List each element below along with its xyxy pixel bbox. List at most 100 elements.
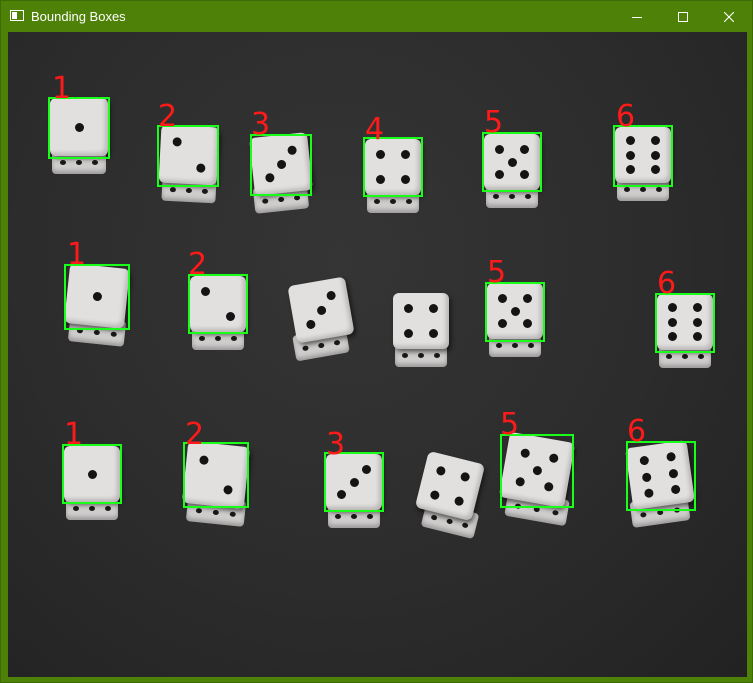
bounding-box — [482, 132, 542, 192]
side-pip — [261, 198, 269, 205]
pip — [428, 304, 438, 314]
side-pip — [73, 506, 80, 512]
side-pip — [433, 353, 440, 359]
side-pip — [512, 343, 518, 349]
detection-label: 5 — [500, 407, 520, 442]
side-pip — [524, 194, 531, 200]
side-pip — [215, 336, 221, 342]
pip — [429, 489, 440, 501]
side-pip — [294, 195, 301, 201]
side-pip — [335, 514, 342, 520]
detection-label: 2 — [185, 417, 205, 452]
close-icon — [724, 11, 734, 22]
side-pip — [527, 343, 534, 349]
side-pip — [59, 160, 66, 166]
bounding-box — [500, 434, 574, 508]
side-pip — [92, 160, 99, 166]
side-pip — [446, 518, 454, 525]
side-pip — [655, 187, 662, 193]
side-pip — [639, 512, 647, 519]
detection-label: 6 — [627, 414, 647, 449]
bounding-box — [62, 444, 122, 504]
detection-label: 3 — [251, 107, 271, 142]
side-pip — [405, 199, 412, 205]
side-pip — [229, 511, 237, 518]
window-icon — [10, 10, 24, 21]
side-pip — [333, 339, 341, 346]
side-pip — [366, 514, 373, 520]
bounding-box — [157, 125, 219, 187]
bounding-box — [48, 97, 110, 159]
pip — [315, 304, 327, 316]
side-pip — [277, 196, 285, 203]
detection-label: 6 — [616, 99, 636, 134]
die-undetected — [393, 293, 449, 349]
pip — [453, 496, 465, 507]
close-button[interactable] — [706, 1, 752, 32]
bounding-box — [250, 134, 312, 196]
bounding-box — [188, 274, 248, 334]
title-bar[interactable]: Bounding Boxes — [1, 1, 752, 32]
bounding-box — [613, 125, 673, 187]
side-pip — [185, 188, 193, 194]
image-canvas: 1 2 3 4 5 6 1 2 5 6 1 2 3 5 6 — [8, 32, 747, 677]
bounding-box — [485, 282, 545, 342]
maximize-button[interactable] — [660, 1, 706, 32]
die-undetected — [287, 276, 355, 344]
side-pip — [493, 194, 500, 200]
side-pip — [169, 187, 176, 193]
side-pip — [201, 188, 209, 195]
side-pip — [697, 354, 704, 360]
detection-label: 1 — [64, 417, 84, 452]
side-pip — [195, 508, 202, 514]
pip — [326, 290, 337, 301]
side-pip — [374, 199, 381, 205]
pip — [305, 319, 316, 330]
pip — [460, 471, 471, 483]
side-pip — [76, 160, 82, 166]
side-pip — [199, 336, 206, 342]
minimize-icon — [632, 16, 642, 18]
side-pip — [301, 345, 309, 352]
detection-label: 4 — [365, 112, 385, 147]
side-pip — [496, 343, 503, 349]
side-pip — [212, 509, 220, 516]
side-pip — [93, 329, 101, 336]
side-pip — [390, 199, 396, 205]
side-pip — [351, 514, 357, 520]
side-pip — [230, 336, 237, 342]
detection-label: 3 — [326, 427, 346, 462]
side-pip — [461, 522, 469, 529]
side-pip — [110, 331, 117, 338]
minimize-button[interactable] — [614, 1, 660, 32]
side-pip — [104, 506, 111, 512]
detection-label: 2 — [188, 247, 208, 282]
side-pip — [402, 353, 409, 359]
side-pip — [89, 506, 95, 512]
detection-label: 6 — [657, 266, 677, 301]
window-title: Bounding Boxes — [31, 9, 126, 24]
bounding-box — [64, 264, 130, 330]
pip — [428, 328, 438, 338]
app-window: Bounding Boxes 1 2 3 4 5 6 1 2 5 6 1 2 3 5 6 — [0, 0, 753, 683]
side-pip — [640, 187, 646, 193]
maximize-icon — [678, 11, 688, 22]
side-pip — [682, 354, 688, 360]
pip — [404, 304, 414, 314]
detection-label: 1 — [52, 71, 72, 106]
pip — [404, 328, 414, 338]
bounding-box — [626, 441, 696, 511]
side-pip — [317, 342, 325, 349]
side-pip — [551, 510, 559, 516]
detection-label: 2 — [158, 99, 178, 134]
side-pip — [430, 514, 438, 521]
side-pip — [509, 194, 515, 200]
bounding-box — [655, 293, 715, 353]
detection-label: 5 — [487, 255, 507, 290]
pip — [435, 465, 447, 476]
side-pip — [624, 187, 631, 193]
side-pip — [418, 353, 424, 359]
side-pip — [666, 354, 673, 360]
detection-label: 1 — [67, 237, 87, 272]
detection-label: 5 — [484, 105, 504, 140]
